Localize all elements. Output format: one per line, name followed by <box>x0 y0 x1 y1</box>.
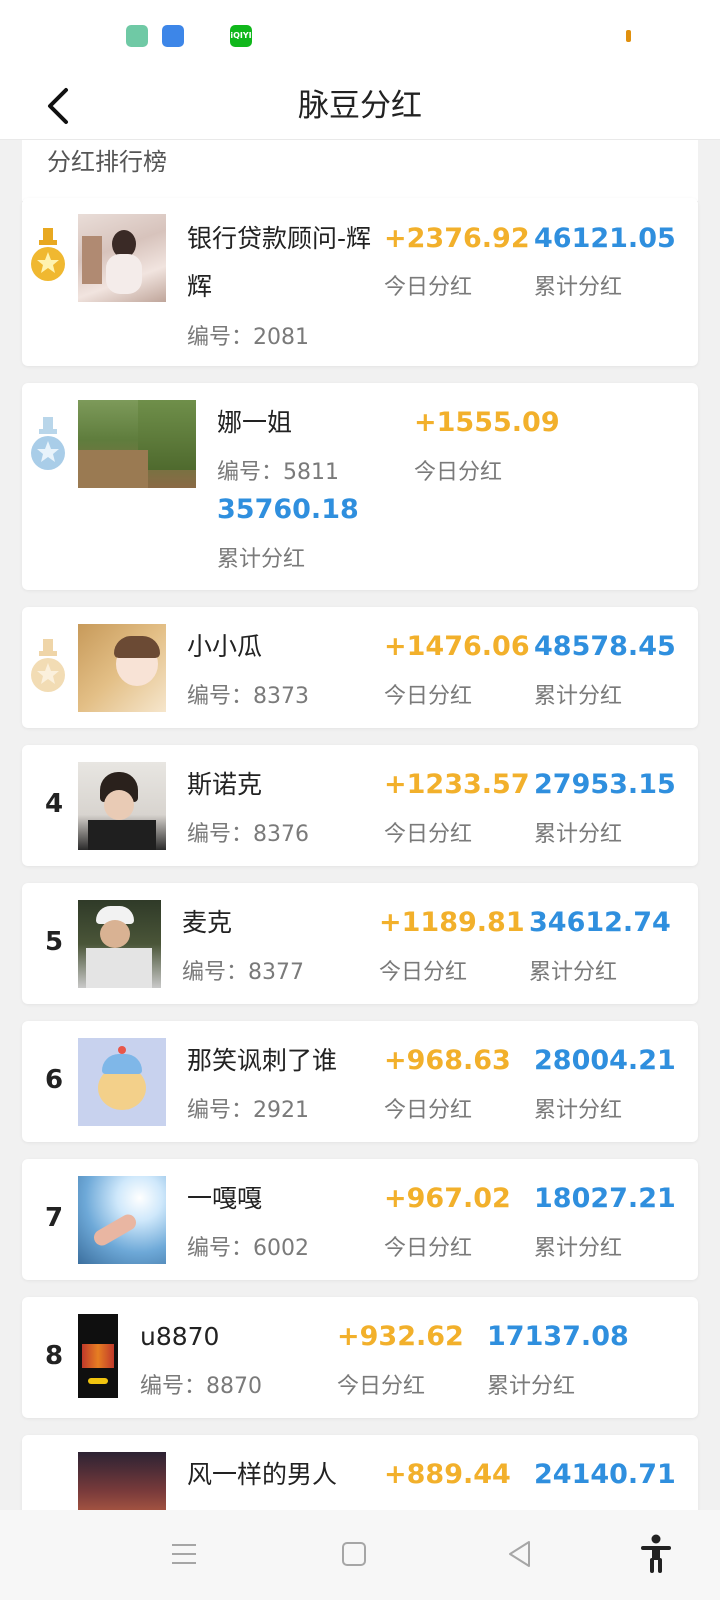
avatar <box>78 762 166 850</box>
avatar <box>78 1038 166 1126</box>
avatar <box>78 1314 118 1398</box>
total-dividend-label: 累计分红 <box>487 1374 576 1399</box>
member-name: 风一样的男人 <box>187 1460 338 1489</box>
rank-card-8[interactable]: 8 u8870 编号：8870 +932.62 今日分红 17137.08 累计… <box>22 1297 698 1418</box>
total-dividend-label: 累计分红 <box>534 822 623 847</box>
rank-card-6[interactable]: 6 那笑讽刺了谁 编号：2921 +968.63 今日分红 28004.21 累… <box>22 1021 698 1142</box>
member-name: 小小瓜 <box>187 632 263 661</box>
home-icon <box>342 1542 366 1566</box>
total-dividend-label: 累计分红 <box>529 960 618 985</box>
rank-card-3[interactable]: 小小瓜 编号：8373 +1476.06 今日分红 48578.45 累计分红 <box>22 607 698 728</box>
total-dividend-label: 累计分红 <box>217 547 306 572</box>
member-id: 编号：8870 <box>140 1374 262 1399</box>
today-dividend: +1555.09 <box>414 407 560 438</box>
member-name: 娜一姐 <box>217 408 293 437</box>
total-dividend: 27953.15 <box>534 769 676 800</box>
app-header: 脉豆分红 <box>0 72 720 140</box>
today-dividend-label: 今日分红 <box>384 822 473 847</box>
today-dividend-label: 今日分红 <box>384 684 473 709</box>
total-dividend: 18027.21 <box>534 1183 676 1214</box>
total-dividend: 34612.74 <box>529 907 671 938</box>
member-id: 编号：6002 <box>187 1236 309 1261</box>
today-dividend-label: 今日分红 <box>414 460 503 485</box>
silver-medal-icon <box>31 417 65 470</box>
rank-number: 4 <box>44 789 64 819</box>
home-button[interactable] <box>332 1532 376 1576</box>
member-id: 编号：8373 <box>187 684 309 709</box>
menu-button[interactable] <box>162 1532 206 1576</box>
back-nav-button[interactable] <box>498 1532 542 1576</box>
ranking-list[interactable]: 分红排行榜 银行贷款顾问-辉 辉 编号：2081 +2376.92 今日分红 4… <box>0 140 720 1510</box>
today-dividend: +1189.81 <box>379 907 525 938</box>
rank-card-2[interactable]: 娜一姐 编号：5811 +1555.09 今日分红 35760.18 累计分红 <box>22 383 698 590</box>
avatar <box>78 400 196 488</box>
member-id: 编号：8376 <box>187 822 309 847</box>
total-dividend: 46121.05 <box>534 223 676 254</box>
today-dividend-label: 今日分红 <box>384 275 473 300</box>
total-dividend: 24140.71 <box>534 1459 676 1490</box>
today-dividend: +1476.06 <box>384 631 530 662</box>
avatar <box>78 1176 166 1264</box>
total-dividend: 48578.45 <box>534 631 676 662</box>
member-id: 编号：5811 <box>217 460 339 485</box>
avatar <box>78 214 166 302</box>
rank-number: 6 <box>44 1065 64 1095</box>
today-dividend: +2376.92 <box>384 223 530 254</box>
member-name: u8870 <box>140 1322 220 1351</box>
member-name: 一嘎嘎 <box>187 1184 263 1213</box>
member-id: 编号：2081 <box>187 325 309 350</box>
member-name: 那笑讽刺了谁 <box>187 1046 338 1075</box>
rank-card-1[interactable]: 银行贷款顾问-辉 辉 编号：2081 +2376.92 今日分红 46121.0… <box>22 198 698 366</box>
chat-notification-icon <box>162 25 184 47</box>
member-id: 编号：2921 <box>187 1098 309 1123</box>
rank-number: 8 <box>44 1341 64 1371</box>
today-dividend-label: 今日分红 <box>384 1236 473 1261</box>
accessibility-icon <box>641 1534 671 1573</box>
avatar <box>78 624 166 712</box>
rank-card-5[interactable]: 5 麦克 编号：8377 +1189.81 今日分红 34612.74 累计分红 <box>22 883 698 1004</box>
menu-icon <box>172 1544 196 1564</box>
total-dividend-label: 累计分红 <box>534 1236 623 1261</box>
status-bar: iQIYI <box>0 0 720 72</box>
avatar <box>78 1452 166 1510</box>
today-dividend: +1233.57 <box>384 769 530 800</box>
ranking-title: 分红排行榜 <box>22 140 698 202</box>
today-dividend: +967.02 <box>384 1183 511 1214</box>
today-dividend: +889.44 <box>384 1459 511 1490</box>
rank-card-9[interactable]: 风一样的男人 +889.44 24140.71 <box>22 1435 698 1510</box>
rank-number: 5 <box>44 927 64 957</box>
battery-icon <box>626 30 631 42</box>
today-dividend: +968.63 <box>384 1045 511 1076</box>
back-triangle-icon <box>509 1541 530 1567</box>
app-notification-icon <box>126 25 148 47</box>
member-name: 银行贷款顾问-辉 <box>187 224 372 253</box>
today-dividend: +932.62 <box>337 1321 464 1352</box>
rank-number: 7 <box>44 1203 64 1233</box>
member-id: 编号：8377 <box>182 960 304 985</box>
member-name: 麦克 <box>182 908 233 937</box>
iqiyi-notification-icon: iQIYI <box>230 25 252 47</box>
gold-medal-icon <box>31 228 65 281</box>
avatar <box>78 900 161 988</box>
total-dividend: 35760.18 <box>217 494 359 525</box>
total-dividend-label: 累计分红 <box>534 684 623 709</box>
system-nav-bar <box>0 1510 720 1600</box>
total-dividend-label: 累计分红 <box>534 275 623 300</box>
total-dividend: 28004.21 <box>534 1045 676 1076</box>
rank-card-4[interactable]: 4 斯诺克 编号：8376 +1233.57 今日分红 27953.15 累计分… <box>22 745 698 866</box>
today-dividend-label: 今日分红 <box>384 1098 473 1123</box>
today-dividend-label: 今日分红 <box>337 1374 426 1399</box>
page-title: 脉豆分红 <box>298 88 422 124</box>
today-dividend-label: 今日分红 <box>379 960 468 985</box>
member-name-continued: 辉 <box>187 272 213 301</box>
total-dividend-label: 累计分红 <box>534 1098 623 1123</box>
member-name: 斯诺克 <box>187 770 263 799</box>
rank-card-7[interactable]: 7 一嘎嘎 编号：6002 +967.02 今日分红 18027.21 累计分红 <box>22 1159 698 1280</box>
total-dividend: 17137.08 <box>487 1321 629 1352</box>
accessibility-button[interactable] <box>634 1532 678 1576</box>
bronze-medal-icon <box>31 639 65 692</box>
